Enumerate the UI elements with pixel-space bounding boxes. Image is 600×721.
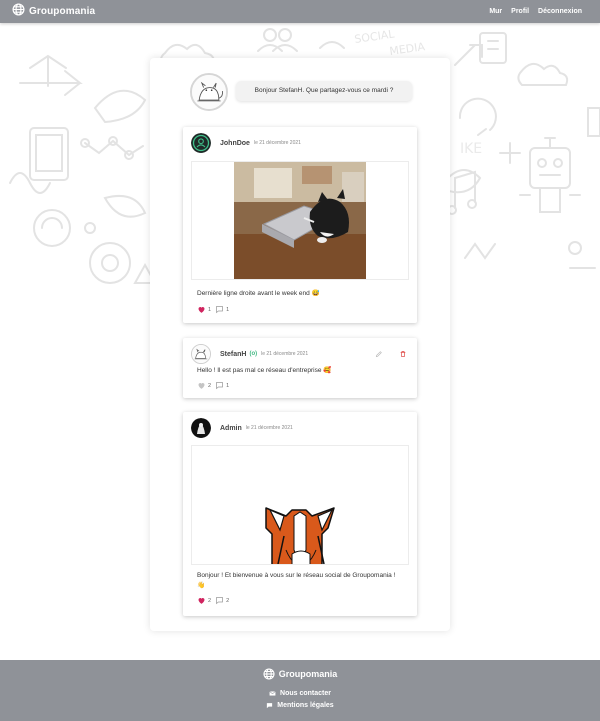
heart-icon: [197, 305, 208, 314]
navbar: Groupomania Mur Profil Déconnexion: [0, 0, 600, 23]
author-avatar[interactable]: [191, 344, 211, 364]
author-name[interactable]: StefanH: [220, 351, 246, 358]
post-date: le 21 décembre 2021: [245, 425, 293, 431]
like-count: 2: [208, 597, 212, 604]
comment-button[interactable]: 2: [215, 596, 229, 605]
like-button[interactable]: 2: [197, 596, 211, 605]
edit-button[interactable]: [367, 350, 383, 358]
heart-icon: [197, 381, 208, 390]
globe-icon: [263, 668, 275, 680]
author-avatar[interactable]: [191, 418, 211, 438]
post-date: le 21 décembre 2021: [253, 140, 301, 146]
footer: Groupomania Nous contacter Mentions léga…: [0, 660, 600, 721]
post-actions: 1 1: [197, 305, 233, 314]
brand-name: Groupomania: [29, 6, 96, 17]
svg-text:SOCIAL: SOCIAL: [354, 27, 396, 46]
post-card: JohnDoe le 21 décembre 2021 Dernière lig…: [183, 127, 417, 323]
author-name[interactable]: JohnDoe: [220, 140, 250, 147]
post-image: [191, 161, 409, 280]
nav-links: Mur Profil Déconnexion: [480, 8, 582, 15]
legal-label: Mentions légales: [277, 702, 334, 709]
post-image: [191, 445, 409, 565]
brand[interactable]: Groupomania: [12, 2, 96, 21]
heart-icon: [197, 596, 208, 605]
comment-icon: [215, 381, 226, 390]
post-header: Admin le 21 décembre 2021: [191, 418, 293, 438]
comment-icon: [215, 305, 226, 314]
pencil-icon: [375, 350, 383, 358]
comment-count: 1: [226, 306, 230, 313]
post-header: StefanH (o) le 21 décembre 2021: [191, 344, 308, 364]
svg-text:MEDIA: MEDIA: [389, 40, 427, 58]
like-count: 1: [208, 306, 212, 313]
author-avatar[interactable]: [191, 133, 211, 153]
comment-button[interactable]: 1: [215, 381, 229, 390]
svg-text:IKE: IKE: [460, 141, 482, 157]
post-text: Dernière ligne droite avant le week end …: [197, 290, 320, 297]
like-count: 2: [208, 382, 212, 389]
own-post-badge: (o): [249, 351, 258, 357]
comment-icon: [215, 596, 226, 605]
post-actions: 2 2: [197, 596, 233, 605]
trash-icon: [399, 350, 407, 358]
new-post-prompt[interactable]: Bonjour StefanH. Que partagez-vous ce ma…: [236, 81, 412, 101]
post-header: JohnDoe le 21 décembre 2021: [191, 133, 301, 153]
post-card: Admin le 21 décembre 2021 Bonjour ! Et b…: [183, 412, 417, 616]
contact-link[interactable]: Nous contacter: [0, 690, 600, 697]
nav-link-profil[interactable]: Profil: [511, 8, 529, 15]
post-card: StefanH (o) le 21 décembre 2021 Hello ! …: [183, 338, 417, 398]
nav-link-deconnexion[interactable]: Déconnexion: [538, 8, 582, 15]
author-name[interactable]: Admin: [220, 425, 242, 432]
legal-link[interactable]: Mentions légales: [0, 702, 600, 709]
delete-button[interactable]: [391, 350, 407, 358]
composer: Bonjour StefanH. Que partagez-vous ce ma…: [190, 73, 420, 113]
like-button[interactable]: 2: [197, 381, 211, 390]
envelope-icon: [269, 690, 280, 697]
contact-label: Nous contacter: [280, 690, 331, 697]
footer-brand[interactable]: Groupomania: [0, 668, 600, 680]
post-text: Hello ! Il est pas mal ce réseau d'entre…: [197, 367, 332, 374]
message-icon: [266, 702, 277, 709]
user-avatar[interactable]: [190, 73, 228, 111]
comment-count: 2: [226, 597, 230, 604]
comment-button[interactable]: 1: [215, 305, 229, 314]
footer-brand-name: Groupomania: [278, 669, 338, 679]
comment-count: 1: [226, 382, 230, 389]
globe-icon: [12, 2, 25, 21]
post-tools: [359, 350, 407, 358]
post-actions: 2 1: [197, 381, 233, 390]
like-button[interactable]: 1: [197, 305, 211, 314]
post-date: le 21 décembre 2021: [261, 351, 309, 357]
post-text: Bonjour ! Et bienvenue à vous sur le rés…: [197, 572, 396, 589]
main-feed-card: Bonjour StefanH. Que partagez-vous ce ma…: [150, 58, 450, 631]
nav-link-mur[interactable]: Mur: [489, 8, 502, 15]
